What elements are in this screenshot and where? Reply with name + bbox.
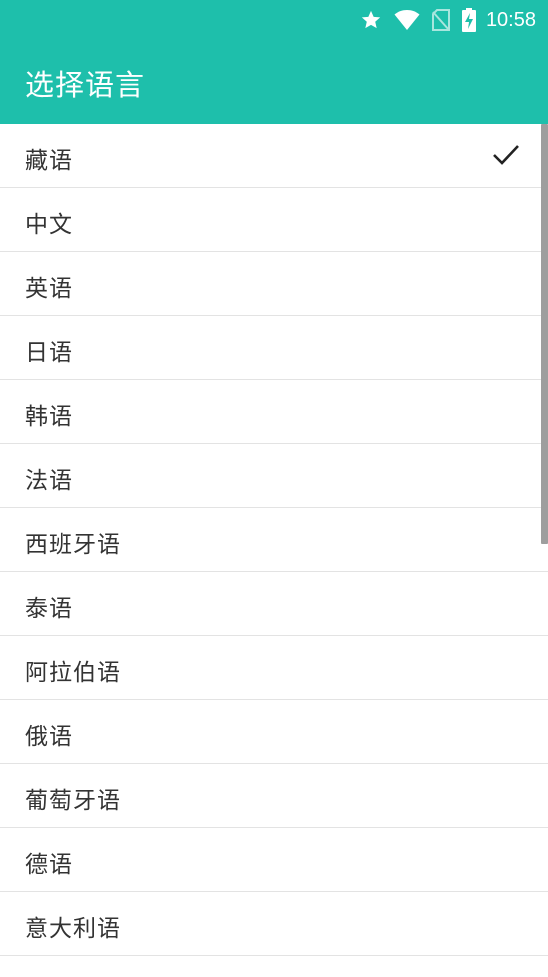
list-item-label: 日语	[25, 340, 73, 366]
list-item-label: 泰语	[25, 596, 73, 622]
language-picker-screen: 10:58 选择语言 藏语 中文 英语 日语 韩语 法语 西班牙语 泰语 阿拉伯…	[0, 0, 548, 977]
list-item-portuguese[interactable]: 葡萄牙语	[0, 764, 548, 828]
list-item-russian[interactable]: 俄语	[0, 700, 548, 764]
list-item-label: 法语	[25, 468, 73, 494]
list-item-label: 德语	[25, 852, 73, 878]
list-item-label: 阿拉伯语	[25, 660, 121, 686]
list-item-korean[interactable]: 韩语	[0, 380, 548, 444]
battery-charging-icon	[461, 8, 476, 32]
list-item-tibetan[interactable]: 藏语	[0, 124, 548, 188]
scrollbar[interactable]	[541, 124, 548, 544]
list-item-label: 中文	[25, 212, 73, 238]
list-item-japanese[interactable]: 日语	[0, 316, 548, 380]
list-item-label: 俄语	[25, 724, 73, 750]
status-icons: 10:58	[348, 5, 536, 35]
list-item-italian[interactable]: 意大利语	[0, 892, 548, 956]
list-item-label: 韩语	[25, 404, 73, 430]
wifi-icon	[394, 9, 420, 31]
status-time: 10:58	[485, 8, 536, 31]
list-item-thai[interactable]: 泰语	[0, 572, 548, 636]
list-item-label: 葡萄牙语	[25, 788, 121, 814]
star-icon	[360, 9, 382, 31]
check-icon	[492, 144, 520, 170]
list-item-english[interactable]: 英语	[0, 252, 548, 316]
list-item-spanish[interactable]: 西班牙语	[0, 508, 548, 572]
list-item-label: 意大利语	[25, 916, 121, 942]
list-item-french[interactable]: 法语	[0, 444, 548, 508]
list-item-german[interactable]: 德语	[0, 828, 548, 892]
page-title: 选择语言	[25, 68, 146, 102]
list-item-arabic[interactable]: 阿拉伯语	[0, 636, 548, 700]
no-sim-icon	[431, 9, 450, 31]
list-item-label: 西班牙语	[25, 532, 121, 558]
list-item-label: 藏语	[25, 148, 73, 174]
status-bar: 10:58	[0, 0, 548, 40]
app-bar: 选择语言	[0, 40, 548, 124]
language-list: 藏语 中文 英语 日语 韩语 法语 西班牙语 泰语 阿拉伯语 俄语 葡萄牙语 德…	[0, 124, 548, 977]
list-item-label: 英语	[25, 276, 73, 302]
list-item-chinese[interactable]: 中文	[0, 188, 548, 252]
